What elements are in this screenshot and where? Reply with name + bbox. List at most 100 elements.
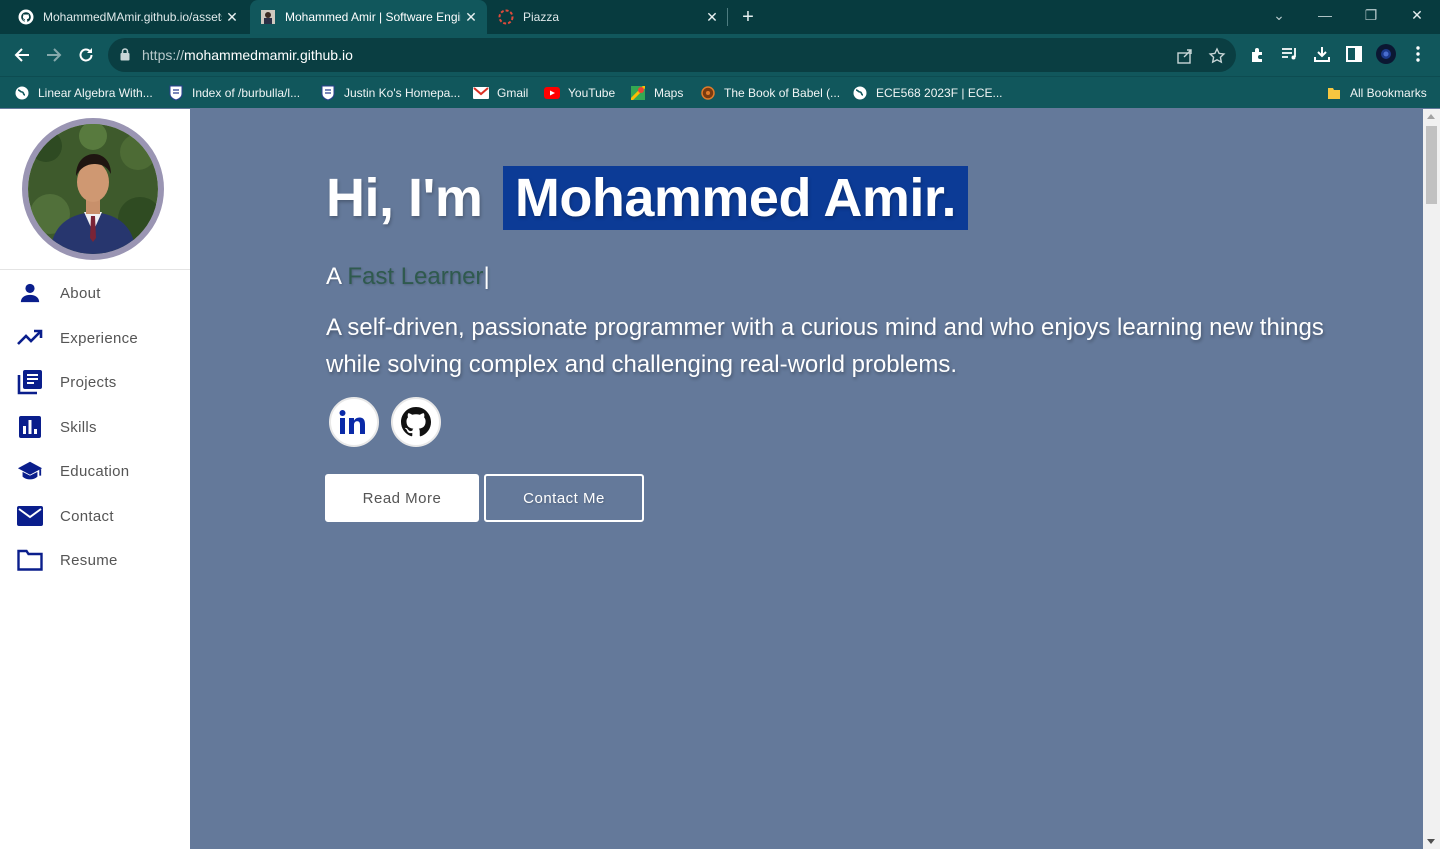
sidebar-item-projects[interactable]: Projects: [0, 362, 190, 402]
profile-avatar-icon[interactable]: [1376, 44, 1396, 64]
scrollbar-thumb[interactable]: [1426, 126, 1437, 204]
tab-portfolio[interactable]: Mohammed Amir | Software Engineer ✕: [250, 0, 487, 34]
bookmark-label: The Book of Babel (...: [724, 86, 841, 100]
bookmark-star-icon[interactable]: [1208, 47, 1226, 65]
sidebar-item-label: Education: [60, 462, 130, 480]
tab-separator: [727, 8, 728, 26]
github-icon: [18, 9, 34, 25]
tab-github[interactable]: MohammedMAmir.github.io/assets ✕: [0, 0, 248, 34]
url-text[interactable]: https://mohammedmamir.github.io: [142, 47, 353, 63]
bookmark-item[interactable]: Index of /burbulla/l...: [168, 83, 300, 103]
bookmarks-bar: Linear Algebra With... Index of /burbull…: [0, 76, 1440, 108]
extensions-icon[interactable]: [1248, 44, 1268, 64]
bar-chart-icon: [17, 414, 43, 440]
mail-icon: [17, 503, 43, 529]
contact-me-button[interactable]: Contact Me: [484, 474, 644, 522]
sidebar-item-contact[interactable]: Contact: [0, 496, 190, 536]
sidebar-item-label: Experience: [60, 329, 139, 347]
linkedin-button[interactable]: [329, 397, 379, 447]
sidebar-item-about[interactable]: About: [0, 273, 190, 313]
youtube-icon: [544, 85, 560, 101]
typed-tagline: A Fast Learner|: [326, 263, 490, 291]
folder-icon: [1326, 85, 1342, 101]
back-arrow-icon: [14, 48, 29, 62]
portrait-icon: [260, 9, 276, 25]
browser-toolbar: https://mohammedmamir.github.io: [0, 34, 1440, 76]
crest-icon: [320, 85, 336, 101]
tagline-prefix: A: [326, 263, 341, 290]
browser-menu-icon[interactable]: [1408, 44, 1428, 64]
tab-search-icon[interactable]: ⌄: [1264, 4, 1294, 26]
globe-icon: [14, 85, 30, 101]
tab-title: MohammedMAmir.github.io/assets: [43, 10, 222, 24]
hero-name: Mohammed Amir.: [502, 166, 968, 230]
bookmark-label: Index of /burbulla/l...: [192, 86, 301, 100]
hero-bio: A self-driven, passionate programmer wit…: [326, 314, 1324, 378]
bookmark-label: Maps: [654, 86, 684, 100]
scroll-down-arrow-icon[interactable]: [1427, 839, 1435, 844]
sidebar-item-resume[interactable]: Resume: [0, 540, 190, 580]
bookmark-item[interactable]: YouTube: [544, 83, 615, 103]
bookmark-item[interactable]: The Book of Babel (...: [700, 83, 840, 103]
babel-icon: [700, 85, 716, 101]
side-panel-icon[interactable]: [1344, 44, 1364, 64]
sidebar-item-label: Projects: [60, 373, 117, 391]
lock-icon[interactable]: [120, 48, 130, 66]
tab-strip: MohammedMAmir.github.io/assets ✕ Mohamme…: [0, 0, 1440, 34]
scroll-up-arrow-icon[interactable]: [1427, 114, 1435, 119]
sidebar-item-label: Contact: [60, 507, 114, 525]
profile-photo: [22, 118, 164, 260]
bookmark-item[interactable]: ECE568 2023F | ECE...: [852, 83, 1003, 103]
bookmark-label: Gmail: [497, 86, 529, 100]
bookmark-item[interactable]: Linear Algebra With...: [14, 83, 153, 103]
trending-up-icon: [17, 325, 43, 351]
sidebar-item-experience[interactable]: Experience: [0, 318, 190, 358]
close-tab-icon[interactable]: ✕: [461, 9, 481, 26]
close-tab-icon[interactable]: ✕: [222, 9, 242, 26]
minimize-button[interactable]: —: [1310, 4, 1340, 26]
typing-cursor: |: [483, 263, 490, 290]
sidebar-item-education[interactable]: Education: [0, 451, 190, 491]
media-queue-icon[interactable]: [1280, 44, 1300, 64]
reload-button[interactable]: [74, 43, 98, 67]
close-window-button[interactable]: ✕: [1402, 4, 1432, 26]
read-more-button[interactable]: Read More: [325, 474, 479, 522]
github-icon: [401, 407, 431, 437]
tagline-typed-text: Fast Learner: [347, 263, 484, 290]
download-icon[interactable]: [1312, 44, 1332, 64]
new-tab-button[interactable]: +: [737, 6, 759, 28]
github-button[interactable]: [391, 397, 441, 447]
person-icon: [17, 280, 43, 306]
restore-button[interactable]: ❐: [1356, 4, 1386, 26]
hero-greeting: Hi, I'm: [326, 168, 483, 228]
all-bookmarks-label: All Bookmarks: [1350, 86, 1427, 100]
sidebar-item-skills[interactable]: Skills: [0, 407, 190, 447]
share-icon[interactable]: [1176, 47, 1194, 65]
tab-piazza[interactable]: Piazza ✕: [488, 0, 728, 34]
url-scheme: https://: [142, 47, 185, 63]
sidebar-nav: About Experience Projects Skills Educati…: [0, 109, 190, 849]
address-bar[interactable]: https://mohammedmamir.github.io: [108, 38, 1236, 72]
bookmark-label: ECE568 2023F | ECE...: [876, 86, 1003, 100]
page-scrollbar[interactable]: [1423, 109, 1440, 849]
piazza-icon: [498, 9, 514, 25]
sidebar-item-label: About: [60, 284, 101, 302]
bookmark-label: YouTube: [568, 86, 616, 100]
hero-heading: Hi, I'm Mohammed Amir.: [326, 166, 968, 230]
forward-button[interactable]: [42, 43, 66, 67]
all-bookmarks-button[interactable]: All Bookmarks: [1326, 83, 1427, 103]
reload-icon: [79, 48, 93, 62]
close-tab-icon[interactable]: ✕: [702, 9, 722, 26]
maps-icon: [630, 85, 646, 101]
forward-arrow-icon: [47, 48, 62, 62]
tab-title: Mohammed Amir | Software Engineer: [285, 10, 461, 24]
crest-icon: [168, 85, 184, 101]
back-button[interactable]: [10, 43, 34, 67]
hero-section: Hi, I'm Mohammed Amir. A Fast Learner| A…: [190, 109, 1423, 849]
bookmark-label: Justin Ko's Homepa...: [344, 86, 461, 100]
sidebar-item-label: Resume: [60, 551, 118, 569]
bookmark-item[interactable]: Gmail: [473, 83, 528, 103]
url-host: mohammedmamir.github.io: [184, 47, 353, 63]
bookmark-item[interactable]: Justin Ko's Homepa...: [320, 83, 460, 103]
bookmark-item[interactable]: Maps: [630, 83, 683, 103]
